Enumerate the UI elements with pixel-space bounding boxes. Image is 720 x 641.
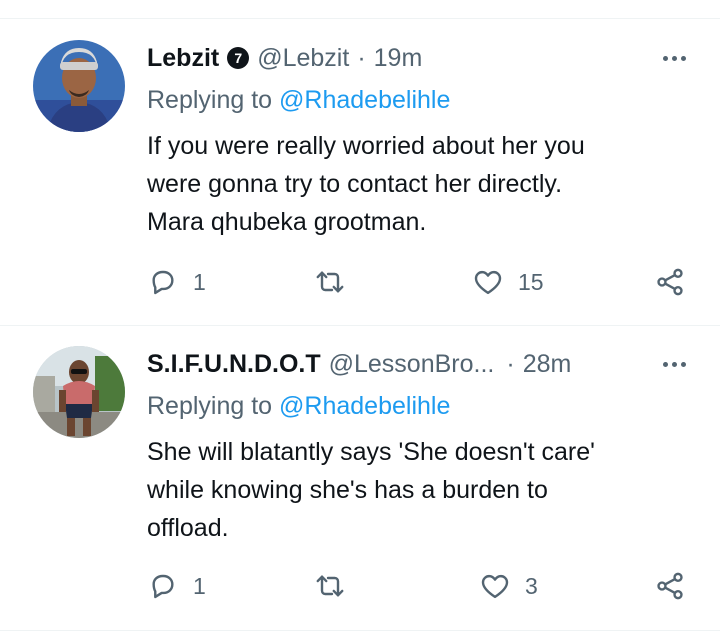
like-count: 3 [525, 572, 538, 599]
user-handle[interactable]: @LessonBro... [329, 350, 495, 379]
reply-button[interactable]: 1 [147, 570, 206, 602]
retweet-icon [316, 271, 344, 293]
share-button[interactable] [654, 266, 686, 298]
separator-dot: · [506, 349, 515, 378]
tweet[interactable]: Lebzit 7 @Lebzit · 19m Replying to @Rhad… [0, 40, 720, 325]
tweet-header: S.I.F.U.N.D.O.T @LessonBro... · 28m [147, 346, 571, 382]
reply-icon [152, 270, 174, 295]
text-line: while knowing she's has a burden to [147, 476, 548, 504]
replying-handle[interactable]: @Rhadebelihle [279, 86, 450, 114]
replying-handle[interactable]: @Rhadebelihle [279, 392, 450, 420]
reply-icon [152, 574, 174, 599]
top-divider [0, 18, 720, 19]
separator-dot: · [357, 43, 366, 72]
retweet-button[interactable] [314, 570, 346, 602]
tweet-text: If you were really worried about her you… [147, 127, 687, 241]
more-icon[interactable] [656, 48, 692, 68]
share-button[interactable] [654, 570, 686, 602]
bottom-divider [0, 630, 720, 631]
reply-button[interactable]: 1 [147, 266, 206, 298]
timestamp[interactable]: 19m [374, 44, 423, 73]
share-icon [657, 572, 683, 600]
timestamp[interactable]: 28m [523, 350, 572, 379]
badge-icon: 7 [227, 47, 250, 69]
text-line: offload. [147, 514, 229, 542]
reply-count: 1 [193, 572, 206, 599]
avatar[interactable] [33, 40, 125, 132]
replying-to: Replying to @Rhadebelihle [147, 392, 450, 421]
text-line: Mara qhubeka grootman. [147, 208, 427, 236]
replying-label: Replying to [147, 392, 273, 420]
replying-label: Replying to [147, 86, 273, 114]
tweet-header: Lebzit 7 @Lebzit · 19m [147, 40, 422, 76]
display-name[interactable]: S.I.F.U.N.D.O.T [147, 350, 321, 379]
text-line: If you were really worried about her you [147, 132, 585, 160]
like-button[interactable]: 15 [472, 266, 544, 298]
like-count: 15 [518, 268, 544, 295]
replying-to: Replying to @Rhadebelihle [147, 86, 450, 115]
share-icon [657, 268, 683, 296]
retweet-icon [316, 575, 344, 597]
text-line: were gonna try to contact her directly. [147, 170, 563, 198]
avatar[interactable] [33, 346, 125, 438]
like-icon [481, 574, 509, 599]
tweet-text: She will blatantly says 'She doesn't car… [147, 433, 687, 547]
like-button[interactable]: 3 [479, 570, 538, 602]
tweet[interactable]: S.I.F.U.N.D.O.T @LessonBro... · 28m Repl… [0, 346, 720, 631]
user-handle[interactable]: @Lebzit [257, 44, 349, 73]
text-line: She will blatantly says 'She doesn't car… [147, 438, 595, 466]
more-icon[interactable] [656, 354, 692, 374]
tweet-divider [0, 325, 720, 326]
reply-count: 1 [193, 268, 206, 295]
like-icon [474, 270, 502, 295]
display-name[interactable]: Lebzit [147, 44, 219, 73]
retweet-button[interactable] [314, 266, 346, 298]
